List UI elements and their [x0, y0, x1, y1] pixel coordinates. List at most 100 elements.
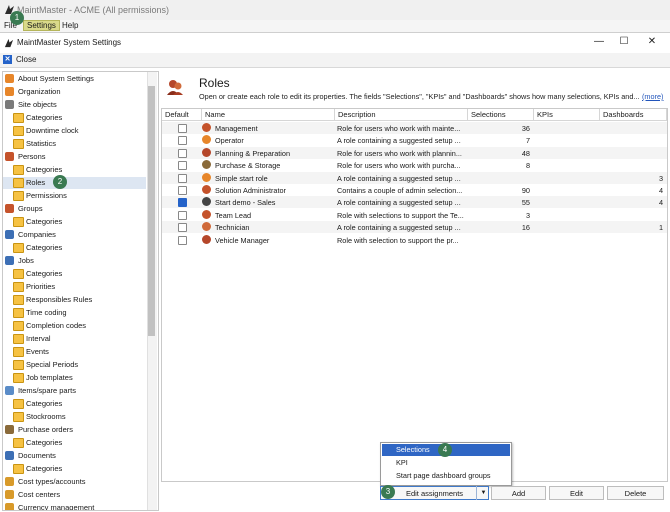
sidebar-item-label: Jobs	[18, 256, 34, 265]
menu-item-kpi[interactable]: KPI	[382, 457, 510, 469]
sidebar-item[interactable]: Categories	[3, 398, 146, 410]
cell-description: Role for users who work with purcha...	[337, 161, 461, 171]
sidebar-item[interactable]: Interval	[3, 333, 146, 345]
sidebar-item[interactable]: Responsibles Rules	[3, 294, 146, 306]
sidebar-item[interactable]: Categories	[3, 437, 146, 449]
cell-description: Role with selection to support the pr...	[337, 235, 459, 245]
default-checkbox[interactable]	[178, 136, 187, 146]
column-header-kpis[interactable]: KPIs	[534, 109, 600, 121]
sidebar-item[interactable]: Special Periods	[3, 359, 146, 371]
default-checkbox[interactable]	[178, 235, 187, 245]
sidebar-item-label: Companies	[18, 230, 56, 239]
default-checkbox[interactable]	[178, 161, 187, 171]
column-header-name[interactable]: Name	[202, 109, 335, 121]
sidebar-item[interactable]: Priorities	[3, 281, 146, 293]
sidebar-item[interactable]: Site objects	[3, 99, 146, 111]
column-header-default[interactable]: Default	[162, 109, 202, 121]
sidebar-item[interactable]: Permissions	[3, 190, 146, 202]
cell-description: A role containing a suggested setup ...	[337, 173, 461, 183]
maximize-button[interactable]: ☐	[612, 36, 636, 50]
cell-name: Solution Administrator	[215, 186, 286, 195]
cell-name: Purchase & Storage	[215, 161, 281, 171]
sidebar-item-label: Priorities	[26, 282, 56, 291]
sidebar-item[interactable]: Jobs	[3, 255, 146, 267]
sidebar-item-label: Completion codes	[26, 321, 87, 330]
default-checkbox[interactable]	[178, 124, 187, 133]
table-row[interactable]: Vehicle Manager Role with selection to su…	[162, 234, 667, 246]
sidebar-item[interactable]: Downtime clock	[3, 125, 146, 137]
sidebar-item[interactable]: Companies	[3, 229, 146, 241]
chevron-down-icon[interactable]: ▼	[476, 486, 490, 500]
sidebar-item[interactable]: Categories	[3, 463, 146, 475]
sidebar-item[interactable]: Statistics	[3, 138, 146, 150]
default-checkbox[interactable]	[178, 186, 187, 195]
default-checkbox[interactable]	[178, 210, 187, 220]
sidebar-item-label: Special Periods	[26, 360, 79, 369]
sidebar-item[interactable]: Completion codes	[3, 320, 146, 332]
table-row[interactable]: Technician A role containing a suggested …	[162, 221, 667, 234]
edit-button[interactable]: Edit	[549, 486, 604, 500]
column-header-dashboards[interactable]: Dashboards	[600, 109, 667, 121]
jobs-icon	[5, 256, 14, 265]
close-icon[interactable]: ✕	[3, 55, 12, 64]
menu-help[interactable]: Help	[62, 21, 78, 30]
sidebar-item[interactable]: Organization	[3, 86, 146, 98]
sidebar-item[interactable]: Events	[3, 346, 146, 358]
table-row[interactable]: Solution Administrator Contains a couple …	[162, 184, 667, 196]
sidebar-item[interactable]: Categories	[3, 112, 146, 124]
folder-icon	[13, 139, 24, 149]
sidebar-item[interactable]: Items/spare parts	[3, 385, 146, 397]
sidebar-item[interactable]: Categories	[3, 164, 146, 176]
table-row[interactable]: Operator A role containing a suggested se…	[162, 134, 667, 146]
role-person-icon	[202, 222, 211, 232]
add-button[interactable]: Add	[491, 486, 546, 500]
sidebar-item[interactable]: Cost centers	[3, 489, 146, 501]
sidebar-item[interactable]: Time coding	[3, 307, 146, 319]
sidebar-item[interactable]: Roles	[3, 177, 146, 189]
sidebar-item[interactable]: Persons	[3, 151, 146, 163]
edit-assignments-button[interactable]: Edit assignments	[380, 486, 489, 500]
cell-selections: 55	[521, 198, 530, 208]
roles-person-icon	[167, 80, 183, 95]
sidebar-item[interactable]: Cost types/accounts	[3, 476, 146, 488]
sidebar-item-label: Currency management	[18, 503, 95, 511]
settings-tree[interactable]: About System Settings Organization Site ob…	[2, 71, 159, 511]
sidebar-item-label: Stockrooms	[26, 412, 66, 421]
default-checkbox[interactable]	[178, 173, 187, 183]
sidebar-item[interactable]: About System Settings	[3, 73, 146, 85]
table-row[interactable]: Management Role for users who work with m…	[162, 122, 667, 134]
delete-button[interactable]: Delete	[607, 486, 664, 500]
window-close-button[interactable]: ✕	[640, 36, 664, 50]
menu-bar: File Settings Help	[0, 20, 670, 32]
sidebar-item[interactable]: Currency management	[3, 502, 146, 511]
sidebar-item[interactable]: Purchase orders	[3, 424, 146, 436]
sidebar-item[interactable]: Categories	[3, 268, 146, 280]
minimize-button[interactable]: —	[587, 36, 611, 50]
default-checkbox[interactable]	[178, 198, 187, 208]
column-header-selections[interactable]: Selections	[468, 109, 534, 121]
more-link[interactable]: (more)	[642, 92, 664, 101]
close-button[interactable]: Close	[16, 55, 36, 64]
sidebar-item-label: Purchase orders	[18, 425, 74, 434]
table-row[interactable]: Team Lead Role with selections to support…	[162, 209, 667, 221]
sidebar-scrollbar-thumb[interactable]	[148, 86, 155, 336]
sidebar-item[interactable]: Categories	[3, 216, 146, 228]
sidebar-item[interactable]: Documents	[3, 450, 146, 462]
menu-settings[interactable]: Settings	[23, 20, 60, 31]
column-header-description[interactable]: Description	[335, 109, 468, 121]
sidebar-item[interactable]: Stockrooms	[3, 411, 146, 423]
folder-icon	[13, 399, 24, 409]
sidebar-item[interactable]: Categories	[3, 242, 146, 254]
table-row[interactable]: Planning & Preparation Role for users who…	[162, 146, 667, 159]
default-checkbox[interactable]	[178, 148, 187, 158]
sidebar-item[interactable]: Job templates	[3, 372, 146, 384]
cell-description: A role containing a suggested setup ...	[337, 223, 461, 233]
sidebar-item[interactable]: Groups	[3, 203, 146, 215]
default-checkbox[interactable]	[178, 223, 187, 233]
groups-icon	[5, 204, 14, 213]
sidebar-item-label: Organization	[18, 87, 61, 96]
menu-item-dashboard-groups[interactable]: Start page dashboard groups	[382, 470, 510, 482]
table-row[interactable]: Simple start role A role containing a sug…	[162, 171, 667, 184]
table-row[interactable]: Start demo - Sales A role containing a su…	[162, 196, 667, 209]
table-row[interactable]: Purchase & Storage Role for users who wor…	[162, 159, 667, 171]
